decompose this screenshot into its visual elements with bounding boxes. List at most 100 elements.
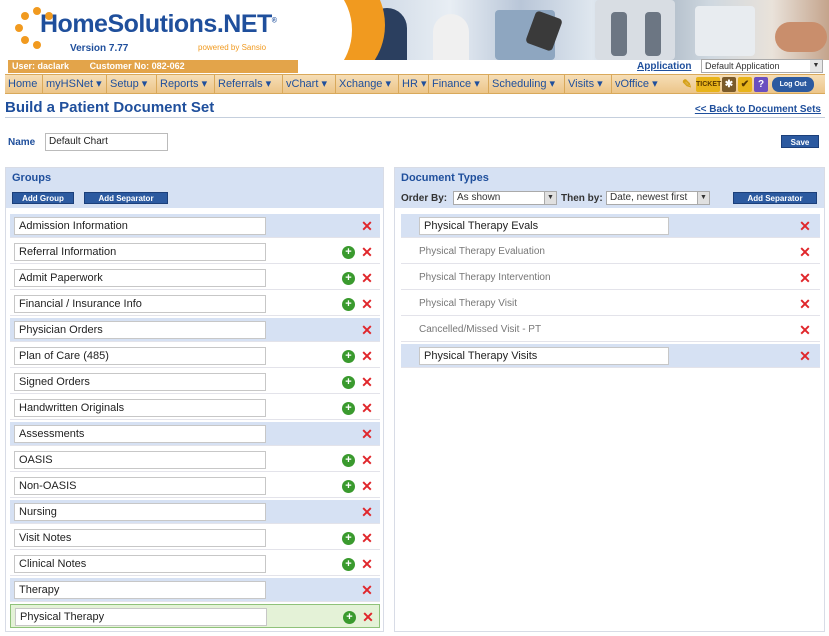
delete-x-icon[interactable]: ✕ bbox=[798, 270, 812, 286]
group-name-field[interactable]: Plan of Care (485) bbox=[14, 347, 266, 365]
nav-setup[interactable]: Setup ▾ bbox=[107, 75, 157, 94]
delete-x-icon[interactable]: ✕ bbox=[798, 322, 812, 338]
nav-home[interactable]: Home bbox=[5, 75, 43, 94]
group-name-field[interactable]: Admission Information bbox=[14, 217, 266, 235]
nav-xchange[interactable]: Xchange ▾ bbox=[336, 75, 399, 94]
delete-x-icon[interactable]: ✕ bbox=[361, 609, 375, 625]
group-name-field[interactable]: Handwritten Originals bbox=[14, 399, 266, 417]
nav-scheduling[interactable]: Scheduling ▾ bbox=[489, 75, 565, 94]
document-type-row[interactable]: Physical Therapy Intervention ✕ bbox=[401, 266, 820, 290]
plus-circle-icon[interactable]: + bbox=[342, 558, 355, 571]
group-name-field[interactable]: Referral Information bbox=[14, 243, 266, 261]
delete-x-icon[interactable]: ✕ bbox=[360, 400, 374, 416]
nav-myhsnet[interactable]: myHSNet ▾ bbox=[43, 75, 107, 94]
plus-circle-icon[interactable]: + bbox=[342, 480, 355, 493]
delete-x-icon[interactable]: ✕ bbox=[360, 348, 374, 364]
group-name-field[interactable]: OASIS bbox=[14, 451, 266, 469]
add-separator-button[interactable]: Add Separator bbox=[84, 192, 168, 204]
checklist-icon[interactable]: ✔ bbox=[738, 77, 752, 92]
delete-x-icon[interactable]: ✕ bbox=[360, 244, 374, 260]
delete-x-icon[interactable]: ✕ bbox=[798, 348, 812, 364]
group-name-field[interactable]: Admit Paperwork bbox=[14, 269, 266, 287]
delete-x-icon[interactable]: ✕ bbox=[360, 270, 374, 286]
delete-x-icon[interactable]: ✕ bbox=[798, 296, 812, 312]
delete-x-icon[interactable]: ✕ bbox=[360, 504, 374, 520]
plus-circle-icon[interactable]: + bbox=[342, 376, 355, 389]
then-by-select[interactable]: Date, newest first ▼ bbox=[606, 191, 710, 205]
group-row[interactable]: Admit Paperwork + ✕ bbox=[10, 266, 380, 290]
group-separator-row[interactable]: Nursing ✕ bbox=[10, 500, 380, 524]
document-type-row[interactable]: Cancelled/Missed Visit - PT ✕ bbox=[401, 318, 820, 342]
group-name-field[interactable]: Assessments bbox=[14, 425, 266, 443]
delete-x-icon[interactable]: ✕ bbox=[360, 556, 374, 572]
group-row[interactable]: Plan of Care (485) + ✕ bbox=[10, 344, 380, 368]
group-row[interactable]: Referral Information + ✕ bbox=[10, 240, 380, 264]
pencil-icon[interactable]: ✎ bbox=[680, 77, 694, 92]
group-row[interactable]: Non-OASIS + ✕ bbox=[10, 474, 380, 498]
plus-circle-icon[interactable]: + bbox=[342, 532, 355, 545]
document-separator-row[interactable]: Physical Therapy Evals ✕ bbox=[401, 214, 820, 238]
separator-name-field[interactable]: Physical Therapy Visits bbox=[419, 347, 669, 365]
delete-x-icon[interactable]: ✕ bbox=[360, 582, 374, 598]
nav-referrals[interactable]: Referrals ▾ bbox=[215, 75, 283, 94]
delete-x-icon[interactable]: ✕ bbox=[798, 218, 812, 234]
logout-button[interactable]: Log Out bbox=[772, 77, 814, 92]
nav-finance[interactable]: Finance ▾ bbox=[429, 75, 489, 94]
delete-x-icon[interactable]: ✕ bbox=[360, 530, 374, 546]
nav-hr[interactable]: HR ▾ bbox=[399, 75, 429, 94]
group-separator-row[interactable]: Assessments ✕ bbox=[10, 422, 380, 446]
group-row[interactable]: Signed Orders + ✕ bbox=[10, 370, 380, 394]
plus-circle-icon[interactable]: + bbox=[342, 246, 355, 259]
group-separator-row[interactable]: Therapy ✕ bbox=[10, 578, 380, 602]
group-name-field[interactable]: Physician Orders bbox=[14, 321, 266, 339]
plus-circle-icon[interactable]: + bbox=[342, 350, 355, 363]
delete-x-icon[interactable]: ✕ bbox=[360, 374, 374, 390]
group-name-field[interactable]: Visit Notes bbox=[14, 529, 266, 547]
gear-icon[interactable]: ✱ bbox=[722, 77, 736, 92]
group-separator-row[interactable]: Physician Orders ✕ bbox=[10, 318, 380, 342]
plus-circle-icon[interactable]: + bbox=[342, 402, 355, 415]
group-row[interactable]: OASIS + ✕ bbox=[10, 448, 380, 472]
save-button[interactable]: Save bbox=[781, 135, 819, 148]
plus-circle-icon[interactable]: + bbox=[342, 454, 355, 467]
document-type-row[interactable]: Physical Therapy Visit ✕ bbox=[401, 292, 820, 316]
group-row[interactable]: Handwritten Originals + ✕ bbox=[10, 396, 380, 420]
add-separator-button[interactable]: Add Separator bbox=[733, 192, 817, 204]
group-name-field[interactable]: Clinical Notes bbox=[14, 555, 266, 573]
add-group-button[interactable]: Add Group bbox=[12, 192, 74, 204]
nav-reports[interactable]: Reports ▾ bbox=[157, 75, 215, 94]
delete-x-icon[interactable]: ✕ bbox=[360, 452, 374, 468]
document-separator-row[interactable]: Physical Therapy Visits ✕ bbox=[401, 344, 820, 368]
delete-x-icon[interactable]: ✕ bbox=[360, 218, 374, 234]
name-input[interactable]: Default Chart bbox=[45, 133, 168, 151]
nav-voffice[interactable]: vOffice ▾ bbox=[612, 75, 670, 94]
separator-name-field[interactable]: Physical Therapy Evals bbox=[419, 217, 669, 235]
nav-visits[interactable]: Visits ▾ bbox=[565, 75, 612, 94]
group-row[interactable]: Clinical Notes + ✕ bbox=[10, 552, 380, 576]
group-row[interactable]: Visit Notes + ✕ bbox=[10, 526, 380, 550]
group-separator-row[interactable]: Admission Information ✕ bbox=[10, 214, 380, 238]
help-icon[interactable]: ? bbox=[754, 77, 768, 92]
group-name-field[interactable]: Non-OASIS bbox=[14, 477, 266, 495]
group-name-field[interactable]: Signed Orders bbox=[14, 373, 266, 391]
ticket-icon[interactable]: TICKET bbox=[696, 77, 721, 92]
group-name-field[interactable]: Physical Therapy bbox=[15, 608, 267, 626]
nav-vchart[interactable]: vChart ▾ bbox=[283, 75, 336, 94]
order-by-select[interactable]: As shown ▼ bbox=[453, 191, 557, 205]
plus-circle-icon[interactable]: + bbox=[343, 611, 356, 624]
application-link[interactable]: Application bbox=[637, 61, 691, 72]
document-type-row[interactable]: Physical Therapy Evaluation ✕ bbox=[401, 240, 820, 264]
logo[interactable]: HomeSolutions.NET® Version 7.77 powered … bbox=[0, 0, 330, 60]
plus-circle-icon[interactable]: + bbox=[342, 298, 355, 311]
application-select[interactable]: Default Application ▼ bbox=[701, 59, 823, 73]
delete-x-icon[interactable]: ✕ bbox=[360, 478, 374, 494]
plus-circle-icon[interactable]: + bbox=[342, 272, 355, 285]
group-name-field[interactable]: Therapy bbox=[14, 581, 266, 599]
delete-x-icon[interactable]: ✕ bbox=[798, 244, 812, 260]
delete-x-icon[interactable]: ✕ bbox=[360, 322, 374, 338]
group-name-field[interactable]: Nursing bbox=[14, 503, 266, 521]
delete-x-icon[interactable]: ✕ bbox=[360, 296, 374, 312]
group-row[interactable]: Physical Therapy + ✕ bbox=[10, 604, 380, 628]
delete-x-icon[interactable]: ✕ bbox=[360, 426, 374, 442]
group-name-field[interactable]: Financial / Insurance Info bbox=[14, 295, 266, 313]
